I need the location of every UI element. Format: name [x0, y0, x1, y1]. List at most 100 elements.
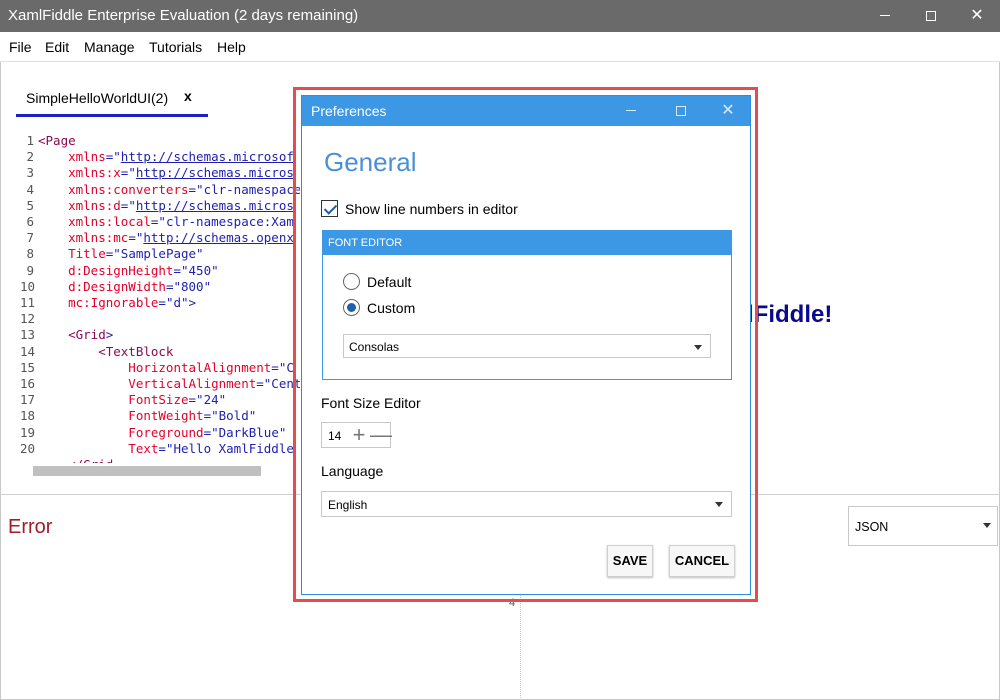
code-token: = — [271, 359, 279, 375]
code-token: " — [128, 197, 136, 213]
font-family-select[interactable]: Consolas — [343, 334, 711, 358]
chevron-down-icon — [694, 345, 702, 350]
code-line: 5 xmlns:d="http://schemas.micros — [20, 197, 293, 214]
close-button[interactable]: ✕ — [954, 0, 1000, 32]
code-token: <Grid — [38, 327, 106, 343]
code-editor[interactable]: 1 <Page 2 xmlns="http://schemas.microsof 3 … — [20, 133, 300, 463]
code-token: = — [128, 230, 136, 246]
plus-icon[interactable]: + — [348, 424, 370, 446]
code-token: </Grid — [38, 457, 113, 463]
show-line-numbers-checkbox[interactable] — [321, 200, 338, 217]
font-family-value: Consolas — [349, 340, 400, 354]
code-token: xmlns:converters — [38, 181, 189, 197]
maximize-button[interactable] — [908, 0, 954, 32]
section-heading: General — [324, 147, 417, 177]
code-token: mc:Ignorable — [38, 295, 159, 310]
code-token: xmlns:mc — [38, 230, 129, 246]
menu-bar: File Edit Manage Tutorials Help — [0, 32, 1000, 62]
code-token: "DarkBlue" — [211, 424, 287, 440]
tab-close-icon[interactable]: x — [184, 88, 192, 104]
line-number: 10 — [20, 278, 36, 294]
code-line: 14 <TextBlock — [20, 344, 173, 360]
code-line: 4 xmlns:converters="clr-namespace — [20, 182, 300, 198]
code-token: Text — [38, 440, 159, 456]
close-icon: ✕ — [970, 7, 984, 24]
code-token: "C — [278, 359, 294, 375]
code-token: = — [158, 295, 166, 310]
code-token: "450" — [181, 262, 219, 278]
language-select[interactable]: English — [321, 491, 732, 517]
code-token: = — [158, 440, 166, 456]
font-editor-header: FONT EDITOR — [323, 231, 731, 255]
custom-font-label[interactable]: Custom — [367, 300, 415, 316]
font-size-value[interactable]: 14 — [328, 429, 341, 443]
code-token: = — [203, 408, 212, 424]
preferences-dialog: Preferences ✕ General Show line numbers … — [301, 95, 751, 595]
maximize-icon — [926, 10, 936, 21]
minimize-button[interactable] — [862, 0, 908, 32]
code-line: 19 Foreground="DarkBlue" — [20, 425, 286, 441]
code-token: xmlns — [38, 149, 106, 165]
font-size-stepper[interactable]: 14 + — — [321, 422, 392, 448]
menu-help[interactable]: Help — [217, 39, 246, 55]
code-line: </Grid — [20, 457, 113, 463]
line-number: 13 — [20, 327, 36, 343]
format-select[interactable]: JSON — [848, 506, 998, 546]
cancel-button[interactable]: CANCEL — [669, 545, 735, 577]
code-token: d:DesignHeight — [38, 262, 174, 278]
line-number: 2 — [26, 149, 34, 165]
code-line: 18 FontWeight="Bold" — [20, 408, 256, 424]
code-line: 6 xmlns:local="clr-namespace:Xam — [20, 214, 294, 230]
dialog-maximize-button[interactable] — [666, 96, 696, 126]
save-button[interactable]: SAVE — [607, 545, 653, 577]
line-number: 19 — [20, 424, 36, 440]
line-number: 9 — [26, 262, 34, 278]
line-number: 14 — [20, 343, 36, 359]
line-number: 1 — [26, 133, 34, 148]
code-line: 11 mc:Ignorable="d"> — [20, 295, 196, 311]
dialog-close-button[interactable]: ✕ — [713, 96, 743, 126]
code-token: xmlns:d — [38, 197, 121, 213]
menu-file[interactable]: File — [9, 39, 32, 55]
code-line: 17 FontSize="24" — [20, 392, 226, 408]
menu-edit[interactable]: Edit — [45, 39, 69, 55]
code-token: FontSize — [38, 392, 189, 408]
code-line: 9 d:DesignHeight="450" — [20, 262, 219, 279]
code-token: d:DesignWidth — [38, 278, 166, 294]
menu-manage[interactable]: Manage — [84, 39, 135, 55]
code-token: = — [188, 181, 197, 197]
code-token: = — [188, 392, 197, 408]
code-token: > — [188, 295, 197, 310]
minimize-icon — [880, 15, 890, 17]
code-line: 13 <Grid> — [20, 327, 113, 343]
dialog-title: Preferences — [311, 103, 387, 119]
code-line: 20 Text="Hello XamlFiddle — [20, 441, 294, 457]
show-line-numbers-label[interactable]: Show line numbers in editor — [345, 201, 518, 217]
tab-simple-hello-world[interactable]: SimpleHelloWorldUI(2) x — [16, 85, 208, 117]
code-token: xmlns:x — [38, 165, 121, 181]
code-token: FontWeight — [38, 408, 204, 424]
minus-icon[interactable]: — — [370, 424, 392, 446]
dialog-minimize-button[interactable] — [616, 96, 646, 126]
minimize-icon — [626, 110, 636, 112]
code-token: > — [105, 327, 114, 343]
error-label: Error — [8, 516, 53, 538]
default-font-label[interactable]: Default — [367, 274, 411, 290]
code-token: Foreground — [38, 424, 204, 440]
custom-font-radio[interactable] — [343, 299, 360, 316]
default-font-radio[interactable] — [343, 273, 360, 290]
editor-horizontal-scrollbar[interactable] — [33, 466, 261, 476]
code-token: "24" — [196, 392, 227, 408]
font-editor-group: FONT EDITOR Default Custom Consolas — [322, 230, 732, 380]
line-number: 20 — [20, 440, 36, 456]
font-editor-header-label: FONT EDITOR — [328, 237, 403, 249]
language-value: English — [328, 498, 368, 512]
code-token: "clr-namespace:Xam — [158, 214, 294, 229]
code-token: Title — [38, 246, 106, 262]
code-token: HorizontalAlignment — [38, 359, 272, 375]
code-line: 16 VerticalAlignment="Cent — [20, 376, 300, 392]
code-token: VerticalAlignment — [38, 376, 257, 391]
line-number: 12 — [20, 311, 36, 327]
menu-tutorials[interactable]: Tutorials — [149, 39, 202, 55]
line-number: 17 — [20, 392, 36, 408]
